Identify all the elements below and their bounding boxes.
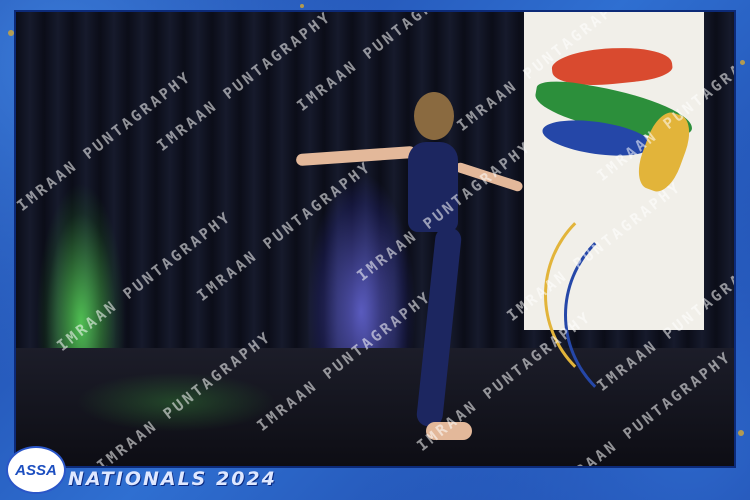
event-title: NATIONALS 2024 — [68, 468, 277, 490]
dancer-torso — [408, 142, 458, 232]
floor-reflection — [76, 372, 276, 432]
photo-frame: IMRAAN PUNTAGRAPHY IMRAAN PUNTAGRAPHY IM… — [0, 0, 750, 500]
stage-photo: IMRAAN PUNTAGRAPHY IMRAAN PUNTAGRAPHY IM… — [16, 12, 734, 466]
gold-speck — [300, 4, 304, 8]
dancer-foot — [426, 422, 472, 440]
blue-spotlight — [306, 172, 416, 372]
dancer-head — [414, 92, 454, 140]
assa-logo: ASSA — [6, 446, 66, 494]
flag-banner — [524, 12, 704, 418]
gold-speck — [738, 430, 744, 436]
gold-speck — [8, 30, 14, 36]
gold-speck — [740, 60, 745, 65]
logo-text: ASSA — [15, 461, 57, 479]
